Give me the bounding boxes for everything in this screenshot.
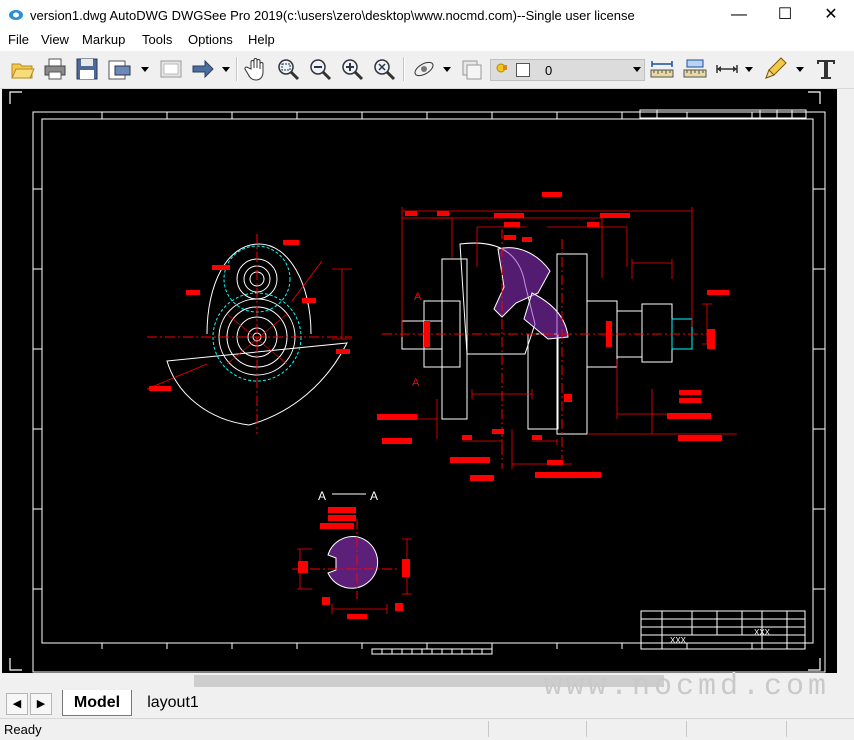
forward-arrow-icon[interactable] — [190, 56, 216, 82]
measure-icon[interactable] — [649, 56, 675, 82]
tab-prev-button[interactable]: ◀ — [6, 693, 28, 715]
status-pane — [786, 721, 787, 737]
layer-color-swatch — [516, 63, 530, 77]
blank-page-icon[interactable] — [158, 56, 184, 82]
vertical-scrollbar[interactable] — [837, 89, 854, 673]
layer-name: 0 — [545, 63, 553, 78]
zoom-extents-icon[interactable] — [371, 56, 397, 82]
print-preview-icon[interactable] — [106, 56, 132, 82]
dimension-icon[interactable] — [714, 56, 740, 82]
menu-file[interactable]: File — [8, 32, 29, 47]
front-view: A A — [377, 192, 737, 481]
status-text: Ready — [4, 722, 42, 737]
print-icon[interactable] — [42, 56, 68, 82]
menu-bar: File View Markup Tools Options Help — [0, 30, 854, 51]
grid-ticks — [33, 112, 825, 649]
menu-markup[interactable]: Markup — [82, 32, 125, 47]
maximize-button[interactable]: ☐ — [762, 0, 808, 30]
dropdown-arrow-icon[interactable] — [139, 56, 151, 82]
cad-drawing[interactable]: A A A A XXX XXX — [2, 89, 837, 673]
open-folder-icon[interactable] — [10, 56, 36, 82]
cut-label-bottom: A — [412, 377, 420, 389]
zoom-out-icon[interactable] — [307, 56, 333, 82]
text-icon[interactable] — [813, 56, 839, 82]
toolbar-separator — [403, 57, 405, 81]
close-button[interactable]: ✕ — [808, 0, 854, 30]
dropdown-arrow-icon[interactable] — [220, 56, 232, 82]
toolbar: 0 — [0, 51, 854, 89]
menu-help[interactable]: Help — [248, 32, 275, 47]
toolbar-separator — [236, 57, 238, 81]
end-view — [146, 234, 352, 434]
status-bar: Ready — [0, 718, 854, 740]
dropdown-arrow-icon[interactable] — [743, 56, 755, 82]
orbit-icon[interactable] — [411, 56, 437, 82]
titleblock-name-1: XXX — [670, 636, 687, 645]
titleblock-name-2: XXX — [754, 628, 771, 637]
tab-layout1[interactable]: layout1 — [138, 690, 208, 716]
cut-label-top: A — [414, 291, 422, 303]
status-pane — [586, 721, 587, 737]
zoom-window-icon[interactable] — [275, 56, 301, 82]
section-letter-left: A — [318, 489, 326, 503]
window-title: version1.dwg AutoDWG DWGSee Pro 2019(c:\… — [30, 8, 635, 23]
layer-dropdown[interactable]: 0 — [490, 59, 645, 81]
tab-next-button[interactable]: ▶ — [30, 693, 52, 715]
dropdown-arrow-icon[interactable] — [441, 56, 453, 82]
scale-bar — [371, 648, 493, 655]
watermark-text: www.nocmd.com — [544, 670, 831, 704]
section-letter-right: A — [370, 489, 378, 503]
minimize-button[interactable]: — — [716, 0, 762, 30]
status-pane — [488, 721, 489, 737]
menu-options[interactable]: Options — [188, 32, 233, 47]
tab-model[interactable]: Model — [62, 690, 132, 716]
status-pane — [686, 721, 687, 737]
menu-tools[interactable]: Tools — [142, 32, 172, 47]
layer-icon — [496, 63, 507, 73]
drawing-canvas[interactable]: A A A A XXX XXX — [2, 89, 837, 673]
zoom-in-icon[interactable] — [339, 56, 365, 82]
sheet-border — [32, 111, 826, 673]
menu-view[interactable]: View — [41, 32, 69, 47]
save-icon[interactable] — [74, 56, 100, 82]
drawing-frame — [41, 118, 814, 644]
pen-markup-icon[interactable] — [762, 56, 788, 82]
dropdown-arrow-icon[interactable] — [794, 56, 806, 82]
section-view: A A — [292, 489, 412, 619]
title-bar: version1.dwg AutoDWG DWGSee Pro 2019(c:\… — [0, 0, 854, 30]
measure-area-icon[interactable] — [682, 56, 708, 82]
layer-state-icon[interactable] — [458, 56, 484, 82]
app-icon — [9, 10, 23, 20]
title-strip — [639, 109, 807, 119]
chevron-down-icon — [633, 67, 641, 72]
pan-hand-icon[interactable] — [244, 56, 270, 82]
